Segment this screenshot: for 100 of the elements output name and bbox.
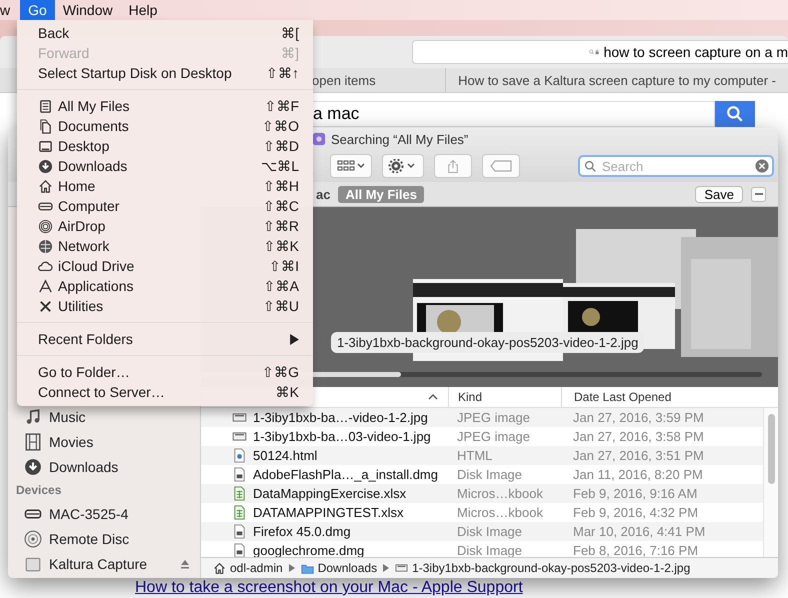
shortcut-label: ⇧⌘↑ <box>266 65 299 81</box>
grid-caret-icon <box>335 159 367 173</box>
menu-item[interactable]: Select Startup Disk on Desktop ⇧⌘↑ <box>17 63 313 83</box>
shortcut-label: ⇧⌘H <box>262 178 299 194</box>
table-cell-text: Disk Image <box>456 466 524 484</box>
shortcut-label: ⇧⌘G <box>262 364 299 380</box>
shortcut-label: ⌘K <box>276 384 299 400</box>
minus-icon <box>754 193 762 195</box>
menu-item[interactable]: Home ⇧⌘H <box>17 176 313 196</box>
table-cell-text: Feb 9, 2016, 4:32 PM <box>572 504 700 522</box>
path-item[interactable]: Downloads <box>300 561 378 575</box>
shortcut-label: ⌘[ <box>281 25 299 41</box>
file-name[interactable]: googlechrome.dmg <box>253 543 364 558</box>
table-cell-text: Jan 27, 2016, 3:59 PM <box>572 409 705 427</box>
table-cell-text: Disk Image <box>456 542 524 560</box>
menu-item[interactable]: Network ⇧⌘K <box>17 236 313 256</box>
shortcut-label: ⌥⌘L <box>261 158 299 174</box>
disk-image-icon <box>232 467 247 482</box>
sidebar-item[interactable]: Downloads <box>8 454 200 479</box>
file-name[interactable]: DATAMAPPINGTEST.xlsx <box>253 505 404 520</box>
sort-caret-icon[interactable] <box>428 394 438 400</box>
file-name[interactable]: 1-3iby1bxb-ba…-video-1-2.jpg <box>253 410 428 425</box>
menu-item[interactable]: Recent Folders <box>17 329 313 349</box>
shortcut-label: ⌘] <box>281 45 299 61</box>
scope-button[interactable]: ac <box>316 186 330 202</box>
table-cell-text: Feb 9, 2016, 9:16 AM <box>572 485 698 503</box>
music-note-icon <box>24 408 42 426</box>
shortcut-label: ⇧⌘R <box>262 218 299 234</box>
path-item[interactable]: 1-3iby1bxb-background-okay-pos5203-video-1-2.jpg <box>395 561 690 575</box>
sidebar-item[interactable]: Music <box>8 404 200 429</box>
menu-item[interactable]: AirDrop ⇧⌘R <box>17 216 313 236</box>
column-header[interactable]: Kind <box>448 387 561 407</box>
menu-item[interactable]: Downloads ⌥⌘L <box>17 156 313 176</box>
disc-icon <box>24 530 42 548</box>
globe-icon <box>38 238 53 254</box>
column-header[interactable]: Date Last Opened <box>561 387 761 407</box>
table-cell-text: HTML <box>456 447 494 465</box>
menu-item[interactable]: Applications ⇧⌘A <box>17 276 313 296</box>
table-cell-text: Disk Image <box>456 523 524 541</box>
menu-bar-item[interactable]: w <box>0 0 18 20</box>
menu-item[interactable]: Connect to Server… ⌘K <box>17 382 313 402</box>
table-cell-text: Micros…kbook <box>456 504 544 522</box>
sidebar-item[interactable]: Kaltura Capture <box>8 551 200 576</box>
save-button[interactable]: Save <box>695 186 743 202</box>
drive-icon <box>24 508 42 518</box>
path-item[interactable]: odl-admin <box>213 561 283 575</box>
chevron-icon <box>288 564 295 572</box>
shortcut-label: ⇧⌘I <box>269 258 299 274</box>
image-file-icon <box>232 413 247 422</box>
table-cell-text: Jan 27, 2016, 3:58 PM <box>572 428 705 446</box>
file-stack-icon <box>38 98 53 114</box>
table-cell-text: Jan 11, 2016, 8:20 PM <box>572 466 704 484</box>
browser-tab[interactable]: How to save a Kaltura screen capture to my computer - <box>445 68 788 92</box>
file-name[interactable]: 1-3iby1bxb-ba…03-video-1.jpg <box>253 429 431 444</box>
desktop-icon <box>38 138 53 154</box>
file-name[interactable]: DataMappingExercise.xlsx <box>253 486 406 501</box>
remove-button[interactable] <box>751 186 766 202</box>
rings-icon <box>38 218 53 234</box>
shortcut-label: ⇧⌘C <box>262 198 299 214</box>
menu-item[interactable]: Utilities ⇧⌘U <box>17 296 313 316</box>
image-file-icon <box>232 432 247 441</box>
clear-icon[interactable] <box>755 159 769 173</box>
menu-item[interactable]: Desktop ⇧⌘D <box>17 136 313 156</box>
result-link[interactable]: How to take a screenshot on your Mac - Apple Support <box>135 579 788 597</box>
chevron-icon <box>383 564 390 572</box>
table-cell-text: Mar 10, 2016, 4:41 PM <box>572 523 706 541</box>
drive-icon <box>38 202 53 210</box>
view-button[interactable] <box>330 154 372 178</box>
file-name[interactable]: 50124.html <box>253 448 318 463</box>
table-cell-text: Jan 27, 2016, 3:51 PM <box>572 447 705 465</box>
download-icon <box>24 458 42 476</box>
image-file-icon <box>395 564 408 572</box>
shortcut-label: ⇧⌘D <box>262 138 299 154</box>
menu-item[interactable]: Computer ⇧⌘C <box>17 196 313 216</box>
search-icon <box>726 105 744 123</box>
sidebar-item[interactable]: MAC-3525-4 <box>8 501 200 526</box>
eject-icon[interactable] <box>180 558 190 568</box>
menu-bar-item[interactable]: Window <box>54 0 121 20</box>
file-name[interactable]: AdobeFlashPla…_a_install.dmg <box>253 467 438 482</box>
sidebar-item[interactable]: Remote Disc <box>8 526 200 551</box>
search-field[interactable]: Search <box>578 155 774 177</box>
table-cell-text: JPEG image <box>456 428 531 446</box>
action-button[interactable] <box>382 154 424 178</box>
table-cell-text: Feb 8, 2016, 7:16 PM <box>572 542 700 560</box>
file-caption: 1-3iby1bxb-background-okay-pos5203-video-1-2.jpg <box>331 332 644 353</box>
menu-item[interactable]: Go to Folder… ⇧⌘G <box>17 362 313 382</box>
sidebar-item[interactable]: Movies <box>8 429 200 454</box>
menu-bar-item[interactable]: Help <box>120 0 166 20</box>
menu-item[interactable]: iCloud Drive ⇧⌘I <box>17 256 313 276</box>
file-name[interactable]: Firefox 45.0.dmg <box>253 524 351 539</box>
table-cell-text: Micros…kbook <box>456 485 544 503</box>
menu-bar-item[interactable]: Go <box>20 0 55 20</box>
search-button[interactable] <box>715 101 755 127</box>
sidebar-heading: Devices <box>15 482 62 499</box>
shortcut-label: ⇧⌘A <box>264 278 299 294</box>
house-icon <box>38 178 53 194</box>
menu-item[interactable]: Back ⌘[ <box>17 23 313 43</box>
tag-icon <box>490 160 512 172</box>
cloud-icon <box>38 261 53 271</box>
address-field[interactable]: how to screen capture on a m <box>412 40 788 64</box>
